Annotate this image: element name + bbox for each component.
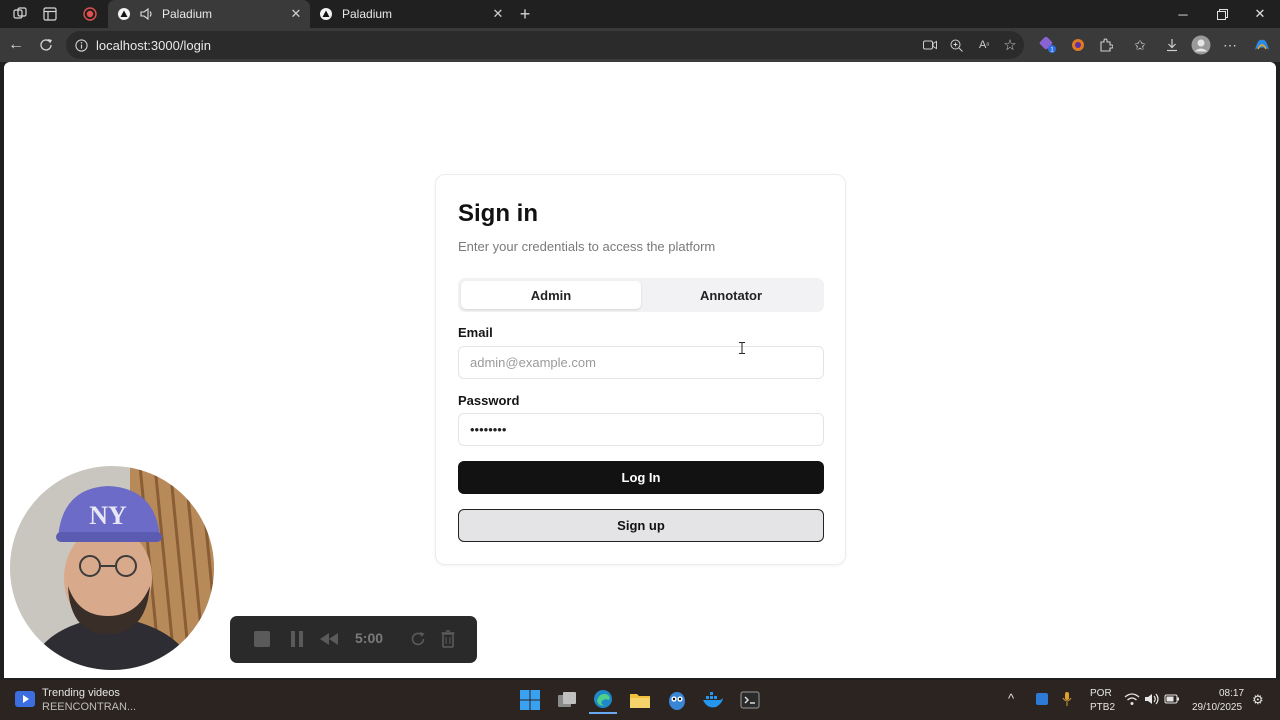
file-explorer-icon[interactable]	[626, 686, 654, 714]
favorite-star-icon[interactable]: ☆	[998, 34, 1022, 56]
extension-orange-icon[interactable]	[1066, 34, 1090, 56]
stop-recording-icon[interactable]	[250, 628, 274, 650]
video-camera-icon[interactable]	[918, 34, 942, 56]
new-tab-plus-icon[interactable]: +	[514, 4, 536, 24]
notifications-gear-icon[interactable]: ⚙	[1252, 692, 1264, 708]
tray-app-icon[interactable]	[1035, 692, 1049, 709]
copilot-icon[interactable]	[1250, 34, 1274, 56]
downloads-icon[interactable]	[1160, 34, 1184, 56]
zoom-icon[interactable]	[944, 34, 968, 56]
show-hidden-icons-icon[interactable]: ^	[1008, 691, 1014, 706]
profile-avatar-icon[interactable]	[1189, 34, 1213, 56]
tab-close-icon[interactable]: ✕	[288, 6, 304, 22]
start-menu-icon[interactable]	[516, 686, 544, 714]
tab-title: Paladium	[342, 7, 393, 21]
sign-in-card: Sign in Enter your credentials to access…	[435, 174, 846, 565]
paladium-favicon-icon	[320, 8, 332, 20]
url-text: localhost:3000/login	[96, 37, 211, 53]
delete-icon[interactable]	[436, 628, 460, 650]
tab-title: Paladium	[162, 7, 213, 21]
close-window-icon[interactable]: ✕	[1241, 0, 1279, 28]
battery-icon[interactable]	[1164, 693, 1180, 708]
wifi-icon[interactable]	[1124, 692, 1140, 709]
refresh-icon[interactable]	[36, 34, 56, 56]
tab-paladium-active[interactable]: Paladium ✕	[108, 0, 310, 28]
tab-actions-icon[interactable]	[40, 6, 60, 22]
address-bar[interactable]: localhost:3000/login	[66, 31, 1024, 59]
owl-app-icon[interactable]	[663, 686, 691, 714]
password-label: Password	[458, 393, 520, 408]
email-label: Email	[458, 325, 493, 340]
workspaces-icon[interactable]	[10, 6, 30, 22]
task-view-icon[interactable]	[553, 686, 581, 714]
windows-taskbar: Trending videos REENCONTRAN... ^ POR PTB…	[0, 680, 1280, 720]
role-tab-admin[interactable]: Admin	[461, 281, 641, 309]
tab-paladium[interactable]: Paladium ✕	[310, 0, 512, 28]
paladium-favicon-icon	[118, 8, 130, 20]
terminal-icon[interactable]	[736, 686, 764, 714]
extensions-puzzle-icon[interactable]	[1094, 34, 1118, 56]
webcam-feed-image: NY	[10, 466, 214, 670]
role-selector: Admin Annotator	[458, 278, 824, 312]
docker-icon[interactable]	[699, 686, 727, 714]
role-tab-annotator[interactable]: Annotator	[641, 281, 821, 309]
page-subtitle: Enter your credentials to access the pla…	[458, 239, 716, 254]
password-field[interactable]	[458, 413, 824, 446]
edge-browser-icon[interactable]	[589, 686, 617, 714]
more-menu-icon[interactable]: ⋯	[1218, 34, 1242, 56]
minimize-icon[interactable]: ─	[1164, 0, 1202, 28]
recorder-toolbar: 5:00	[230, 616, 477, 663]
recording-indicator-icon	[80, 5, 100, 23]
pause-icon[interactable]	[285, 628, 309, 650]
svg-text:NY: NY	[89, 501, 127, 530]
volume-icon[interactable]	[1144, 692, 1160, 709]
restart-icon[interactable]	[406, 628, 430, 650]
read-aloud-icon[interactable]: Aᵃ	[972, 34, 996, 56]
restore-icon[interactable]	[1203, 0, 1241, 28]
webcam-overlay[interactable]: NY	[10, 466, 214, 670]
tab-audio-icon[interactable]	[140, 8, 154, 20]
extension-badge-icon[interactable]: 1	[1036, 34, 1060, 56]
clock-date[interactable]: 29/10/2025	[1192, 702, 1242, 713]
clock-time[interactable]: 08:17	[1219, 688, 1244, 699]
widget-title[interactable]: Trending videos	[42, 687, 120, 699]
page-title: Sign in	[458, 200, 538, 227]
recording-timer: 5:00	[355, 630, 384, 646]
rewind-icon[interactable]	[317, 628, 341, 650]
tab-close-icon[interactable]: ✕	[490, 6, 506, 22]
email-field[interactable]	[458, 346, 824, 379]
browser-tab-strip: Paladium ✕ Paladium ✕ + ─ ✕	[0, 0, 1280, 28]
favorites-icon[interactable]: ✩	[1128, 34, 1152, 56]
input-language[interactable]: POR	[1090, 688, 1112, 699]
keyboard-layout[interactable]: PTB2	[1090, 702, 1115, 713]
text-cursor-icon	[739, 342, 745, 354]
widgets-video-icon[interactable]	[14, 689, 36, 711]
microphone-icon[interactable]	[1062, 691, 1072, 710]
widget-subtitle: REENCONTRAN...	[42, 701, 137, 713]
back-arrow-icon[interactable]: ←	[6, 34, 26, 56]
site-info-icon[interactable]	[75, 38, 88, 52]
sign-up-button[interactable]: Sign up	[458, 509, 824, 542]
log-in-button[interactable]: Log In	[458, 461, 824, 494]
